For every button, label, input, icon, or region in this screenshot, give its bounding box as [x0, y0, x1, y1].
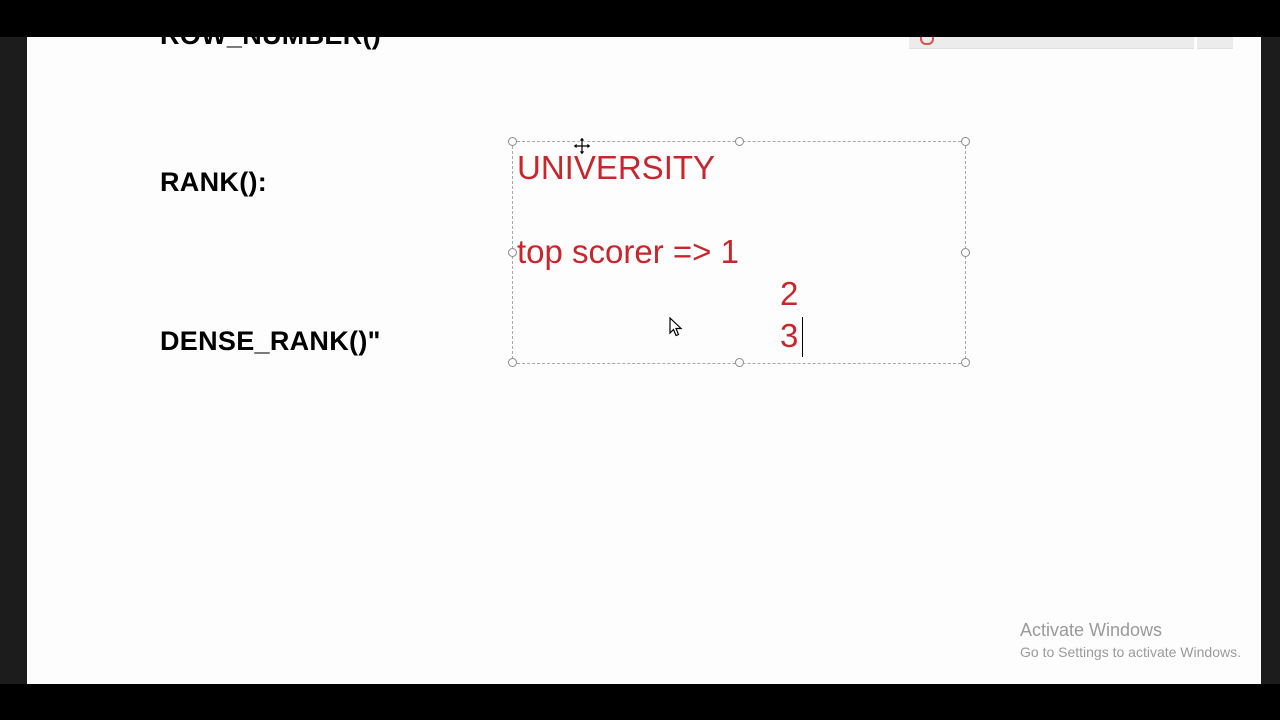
selected-textbox[interactable]: UNIVERSITY top scorer => 1 2 3: [508, 137, 970, 367]
resize-handle-bottom-left[interactable]: [508, 358, 517, 367]
letterbox-left: [0, 37, 27, 684]
ribbon-button[interactable]: [1197, 37, 1233, 49]
resize-handle-bottom-right[interactable]: [961, 358, 970, 367]
dense-rank-heading: DENSE_RANK()": [160, 326, 381, 356]
rank-heading: RANK():: [160, 167, 268, 197]
text-caret: [802, 317, 803, 357]
activate-windows-subtitle: Go to Settings to activate Windows.: [1020, 644, 1241, 660]
textbox-line-rank-3[interactable]: 3: [780, 317, 798, 355]
row-number-heading: ROW_NUMBER(): [160, 37, 381, 51]
move-cursor-icon: [572, 136, 592, 156]
resize-handle-top-left[interactable]: [508, 137, 517, 146]
mouse-pointer-icon: [669, 317, 683, 337]
presentation-slide: ROW_NUMBER() RANK(): DENSE_RANK()" UNIVE…: [27, 37, 1261, 684]
resize-handle-right[interactable]: [961, 248, 970, 257]
ribbon-toolbar[interactable]: [909, 37, 1194, 49]
textbox-line-university[interactable]: UNIVERSITY: [517, 149, 715, 187]
activate-windows-title: Activate Windows: [1020, 620, 1163, 640]
textbox-line-rank-2[interactable]: 2: [780, 275, 798, 313]
resize-handle-left[interactable]: [508, 248, 517, 257]
resize-handle-top[interactable]: [735, 137, 744, 146]
resize-handle-top-right[interactable]: [961, 137, 970, 146]
resize-handle-bottom[interactable]: [735, 358, 744, 367]
letterbox-right: [1261, 37, 1280, 684]
textbox-line-top-scorer[interactable]: top scorer => 1: [517, 233, 739, 271]
video-frame: ROW_NUMBER() RANK(): DENSE_RANK()" UNIVE…: [0, 0, 1280, 720]
